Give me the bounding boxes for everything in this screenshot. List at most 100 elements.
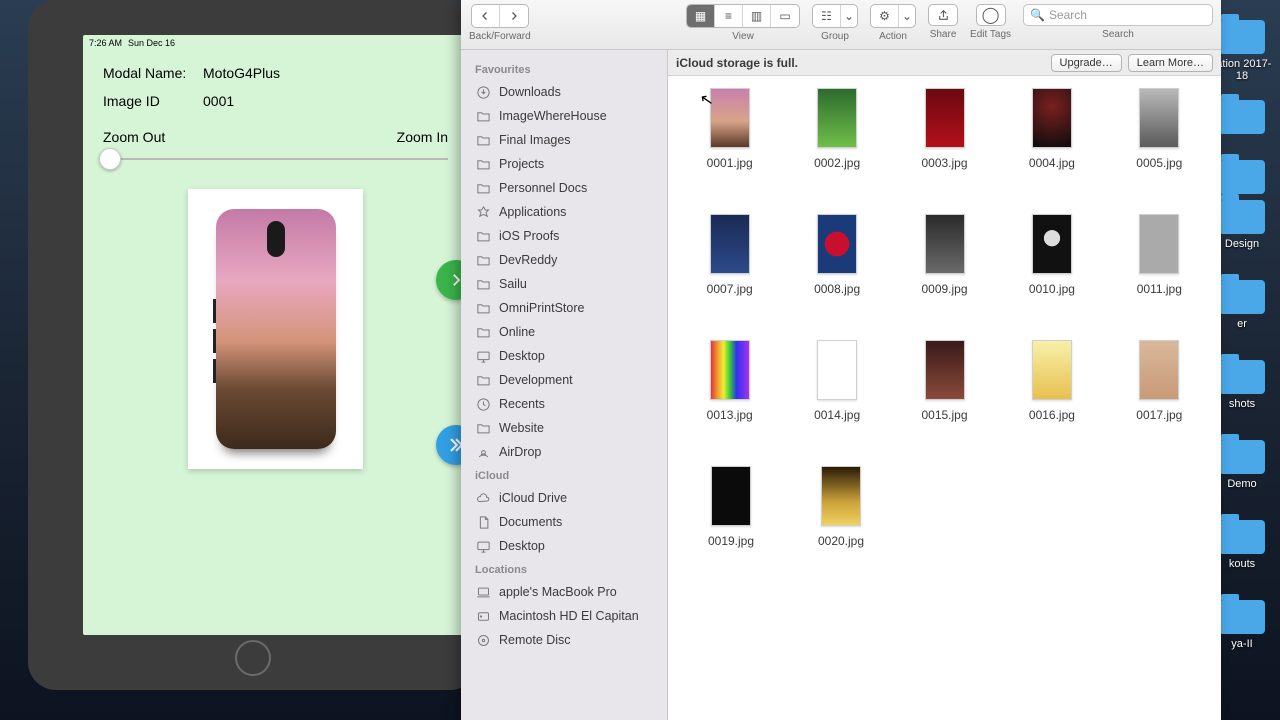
sidebar-fav-projects[interactable]: Projects xyxy=(461,152,667,176)
sidebar-fav-personnel-docs[interactable]: Personnel Docs xyxy=(461,176,667,200)
desktop-folder[interactable]: ya-II xyxy=(1212,600,1272,650)
sidebar-fav-applications[interactable]: Applications xyxy=(461,200,667,224)
desktop-folder[interactable] xyxy=(1212,100,1272,138)
group-dropdown[interactable]: ⌄ xyxy=(841,5,857,27)
file-grid[interactable]: 0001.jpg0002.jpg0003.jpg0004.jpg0005.jpg… xyxy=(668,76,1221,720)
documents-icon xyxy=(475,514,491,530)
share-button[interactable] xyxy=(928,4,958,26)
search-input[interactable]: 🔍 Search xyxy=(1023,4,1213,26)
sidebar-fav-devreddy[interactable]: DevReddy xyxy=(461,248,667,272)
column-view-button[interactable]: ▥ xyxy=(743,5,771,27)
file-item[interactable]: 0008.jpg xyxy=(783,212,890,338)
file-thumbnail-icon xyxy=(710,88,750,148)
desktop-folder[interactable]: kouts xyxy=(1212,520,1272,570)
sidebar-loc-remote-disc[interactable]: Remote Disc xyxy=(461,628,667,652)
desktop-folder[interactable]: er xyxy=(1212,280,1272,330)
file-name: 0013.jpg xyxy=(707,408,753,422)
file-item[interactable]: 0004.jpg xyxy=(998,86,1105,212)
ipad-app-screen: 7:26 AM Sun Dec 16 Modal Name: MotoG4Plu… xyxy=(83,35,468,635)
sidebar-fav-development[interactable]: Development xyxy=(461,368,667,392)
zoom-slider[interactable] xyxy=(103,149,448,169)
macintosh-hd-el-capitan-icon xyxy=(475,608,491,624)
file-item[interactable]: 0015.jpg xyxy=(891,338,998,464)
file-item[interactable]: 0002.jpg xyxy=(783,86,890,212)
zoom-out-label: Zoom Out xyxy=(103,129,165,145)
sidebar-loc-apple-s-macbook-pro[interactable]: apple's MacBook Pro xyxy=(461,580,667,604)
file-thumbnail-icon xyxy=(925,340,965,400)
upgrade-button[interactable]: Upgrade… xyxy=(1051,54,1122,72)
file-item[interactable]: 0020.jpg xyxy=(786,464,896,590)
sidebar-fav-airdrop[interactable]: AirDrop xyxy=(461,440,667,464)
folder-icon xyxy=(475,372,491,388)
file-item[interactable]: 0007.jpg xyxy=(676,212,783,338)
airdrop-icon xyxy=(475,444,491,460)
desktop-folder[interactable]: shots xyxy=(1212,360,1272,410)
sidebar-fav-desktop[interactable]: Desktop xyxy=(461,344,667,368)
view-label: View xyxy=(732,31,754,42)
sidebar-item-label: DevReddy xyxy=(499,253,557,267)
gallery-view-button[interactable]: ▭ xyxy=(771,5,799,27)
modal-name-value: MotoG4Plus xyxy=(203,65,280,81)
sidebar-fav-omniprintstore[interactable]: OmniPrintStore xyxy=(461,296,667,320)
action-button[interactable]: ⚙ xyxy=(871,5,899,27)
file-item[interactable]: 0003.jpg xyxy=(891,86,998,212)
sidebar-fav-sailu[interactable]: Sailu xyxy=(461,272,667,296)
file-item[interactable]: 0019.jpg xyxy=(676,464,786,590)
phone-case-preview xyxy=(188,189,363,469)
sidebar-icloud-icloud-drive[interactable]: iCloud Drive xyxy=(461,486,667,510)
sidebar-fav-downloads[interactable]: Downloads xyxy=(461,80,667,104)
file-item[interactable]: 0010.jpg xyxy=(998,212,1105,338)
file-name: 0008.jpg xyxy=(814,282,860,296)
sidebar-loc-macintosh-hd-el-capitan[interactable]: Macintosh HD El Capitan xyxy=(461,604,667,628)
back-button[interactable] xyxy=(472,5,500,27)
desktop-folder[interactable]: Design xyxy=(1212,200,1272,250)
file-item[interactable]: 0016.jpg xyxy=(998,338,1105,464)
desktop-folder[interactable] xyxy=(1212,160,1272,198)
file-name: 0011.jpg xyxy=(1137,282,1182,296)
file-thumbnail-icon xyxy=(1139,88,1179,148)
sidebar-icloud-documents[interactable]: Documents xyxy=(461,510,667,534)
folder-icon xyxy=(1219,280,1265,314)
file-name: 0017.jpg xyxy=(1136,408,1182,422)
file-item[interactable]: 0005.jpg xyxy=(1106,86,1213,212)
file-name: 0015.jpg xyxy=(921,408,967,422)
file-item[interactable]: 0017.jpg xyxy=(1106,338,1213,464)
action-dropdown[interactable]: ⌄ xyxy=(899,5,915,27)
sidebar-fav-recents[interactable]: Recents xyxy=(461,392,667,416)
home-button[interactable] xyxy=(235,640,271,676)
file-item[interactable]: 0009.jpg xyxy=(891,212,998,338)
learn-more-button[interactable]: Learn More… xyxy=(1128,54,1213,72)
sidebar-item-label: Recents xyxy=(499,397,545,411)
search-icon: 🔍 xyxy=(1030,8,1045,22)
group-button[interactable]: ☷ xyxy=(813,5,841,27)
ipad-simulator-frame: 7:26 AM Sun Dec 16 Modal Name: MotoG4Plu… xyxy=(28,0,478,690)
sidebar-fav-online[interactable]: Online xyxy=(461,320,667,344)
search-label: Search xyxy=(1102,29,1134,40)
desktop-folder-label: Demo xyxy=(1212,478,1272,490)
folder-icon xyxy=(475,180,491,196)
view-mode-segment: ▦ ≡ ▥ ▭ xyxy=(686,4,800,28)
sidebar-fav-ios-proofs[interactable]: iOS Proofs xyxy=(461,224,667,248)
locations-heading: Locations xyxy=(461,558,667,580)
sidebar-fav-final-images[interactable]: Final Images xyxy=(461,128,667,152)
folder-icon xyxy=(475,324,491,340)
desktop-folder-label: ration 2017-18 xyxy=(1212,58,1272,82)
edit-tags-button[interactable]: ◯ xyxy=(976,4,1006,26)
file-item[interactable]: 0001.jpg xyxy=(676,86,783,212)
slider-thumb[interactable] xyxy=(99,148,121,170)
file-item[interactable]: 0011.jpg xyxy=(1106,212,1213,338)
file-thumbnail-icon xyxy=(821,466,861,526)
desktop-folder[interactable]: ration 2017-18 xyxy=(1212,20,1272,82)
file-item[interactable]: 0013.jpg xyxy=(676,338,783,464)
file-item[interactable]: 0014.jpg xyxy=(783,338,890,464)
forward-button[interactable] xyxy=(500,5,528,27)
folder-icon xyxy=(475,252,491,268)
file-name: 0010.jpg xyxy=(1029,282,1075,296)
sidebar-fav-imagewherehouse[interactable]: ImageWhereHouse xyxy=(461,104,667,128)
list-view-button[interactable]: ≡ xyxy=(715,5,743,27)
desktop-folder-label: Design xyxy=(1212,238,1272,250)
icon-view-button[interactable]: ▦ xyxy=(687,5,715,27)
sidebar-icloud-desktop[interactable]: Desktop xyxy=(461,534,667,558)
desktop-folder[interactable]: Demo xyxy=(1212,440,1272,490)
sidebar-fav-website[interactable]: Website xyxy=(461,416,667,440)
